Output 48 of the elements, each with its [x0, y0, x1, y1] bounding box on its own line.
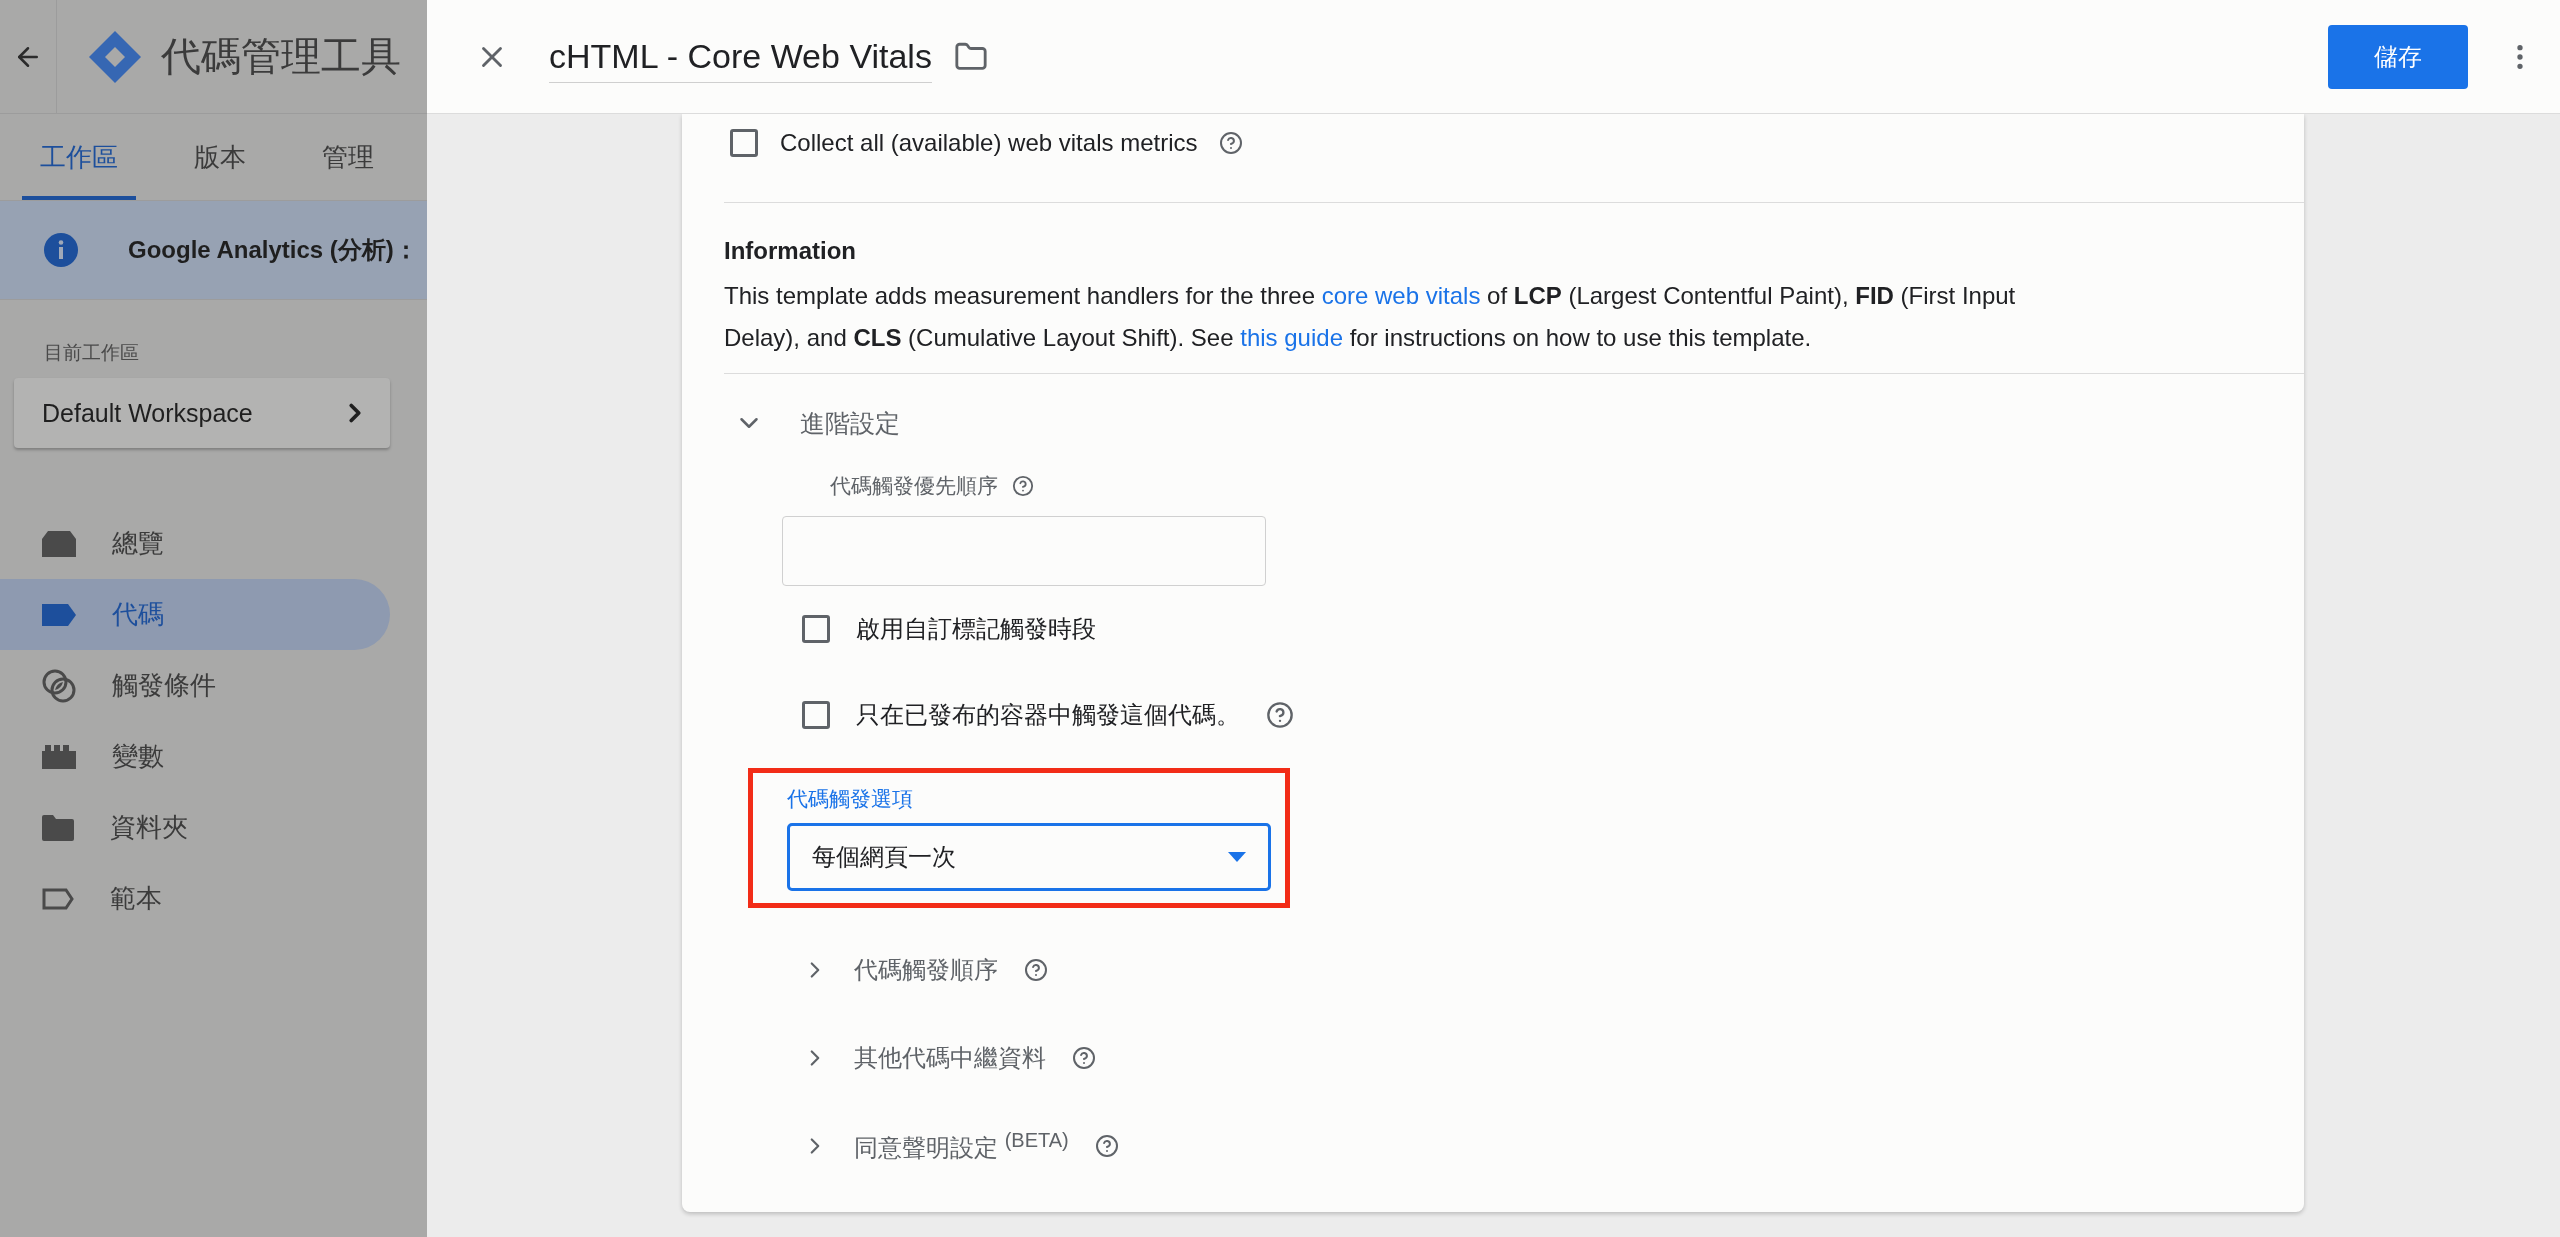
nav-item[interactable]: 變數	[0, 721, 390, 792]
info-title: Information	[723, 236, 857, 265]
folder-icon	[42, 814, 74, 841]
checkbox[interactable]	[802, 615, 830, 643]
workspace-label: 目前工作區	[44, 341, 139, 365]
checkbox-label: 啟用自訂標記觸發時段	[856, 614, 1096, 644]
nav-item[interactable]: 觸發條件	[0, 650, 390, 721]
section-title[interactable]: 代碼觸發順序	[854, 954, 998, 986]
field-label: 代碼觸發優先順序	[830, 473, 998, 499]
nav-item[interactable]: 範本	[0, 863, 390, 934]
title-field[interactable]: cHTML - Core Web Vitals	[549, 30, 932, 83]
nav-item[interactable]: 代碼	[0, 579, 390, 650]
help-icon[interactable]	[1266, 701, 1294, 729]
nav-item[interactable]: 資料夾	[0, 792, 390, 863]
circles-icon	[42, 668, 76, 703]
info-link[interactable]: core web vitals	[1321, 282, 1481, 309]
section-title[interactable]: 同意聲明設定 $^{(BETA)}$	[854, 1128, 1069, 1164]
checkbox-label: 只在已發布的容器中觸發這個代碼。	[856, 700, 1240, 730]
dropdown-caret-icon	[1228, 852, 1246, 862]
nav-item[interactable]: 總覽	[0, 508, 390, 579]
checkbox[interactable]	[802, 701, 830, 729]
info-paragraph: This template adds measurement handlers for the three core web vitals of LCP (Largest Contentful Paint), FID (First Input Delay), and CLS (Cumulative Layout Shift). See this guide for instructions on how to use this template.	[724, 281, 2017, 353]
workspace-button[interactable]: Default Workspace	[14, 378, 390, 448]
tag-icon	[42, 603, 76, 626]
inbox-icon	[42, 530, 76, 557]
brick-icon	[42, 744, 76, 769]
help-icon[interactable]	[1219, 131, 1244, 155]
section-title[interactable]: 進階設定	[800, 406, 900, 440]
help-icon[interactable]	[1024, 958, 1048, 982]
nav-tab[interactable]: 工作區	[22, 114, 136, 200]
help-icon[interactable]	[1012, 475, 1034, 497]
help-icon[interactable]	[1072, 1046, 1096, 1070]
help-icon[interactable]	[1094, 1134, 1119, 1158]
info-icon	[44, 233, 78, 267]
tag-outline-icon	[42, 887, 74, 910]
select-field[interactable]: 每個網頁一次	[787, 823, 1271, 891]
checkbox-label: Collect all (available) web vitals metrics	[780, 129, 1198, 157]
input-field[interactable]	[782, 516, 1266, 586]
checkbox[interactable]	[730, 129, 758, 157]
app-title: 代碼管理工具	[161, 33, 401, 80]
banner-text: Google Analytics (分析)：	[128, 235, 418, 265]
nav-tab[interactable]: 版本	[176, 114, 264, 200]
nav-tab[interactable]: 管理	[304, 114, 392, 200]
section-title[interactable]: 其他代碼中繼資料	[854, 1042, 1046, 1074]
field-label: 代碼觸發選項	[787, 786, 914, 812]
info-link[interactable]: this guide	[1240, 324, 1343, 351]
diamond-logo-icon	[87, 28, 143, 85]
save-button[interactable]: 儲存	[2328, 24, 2468, 89]
